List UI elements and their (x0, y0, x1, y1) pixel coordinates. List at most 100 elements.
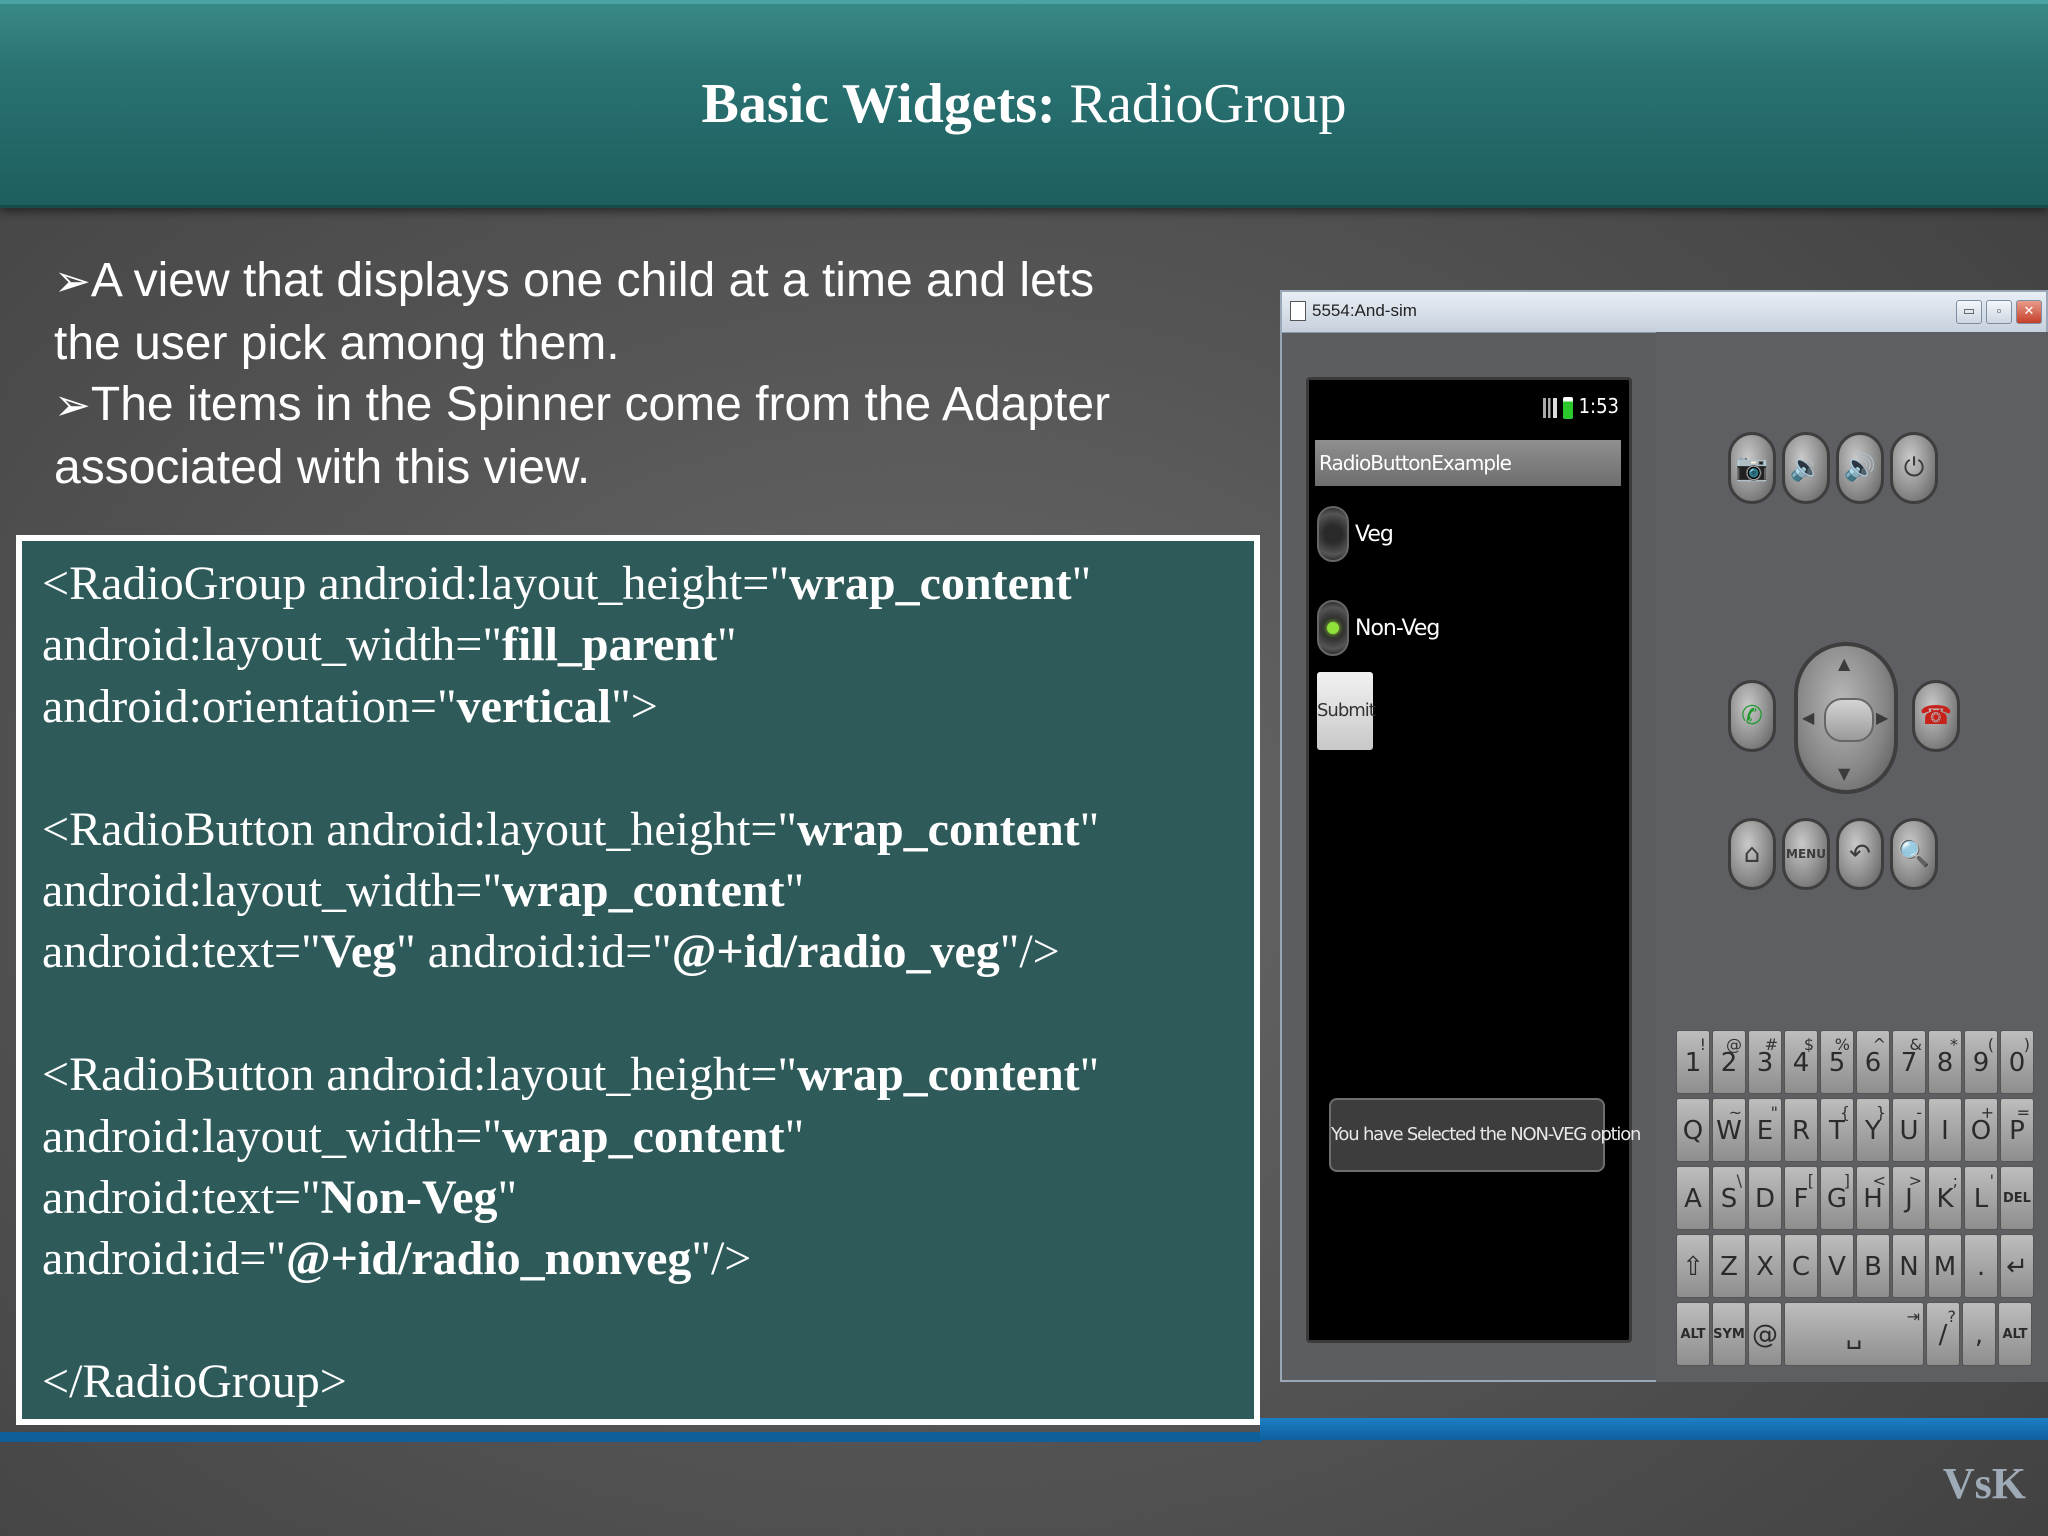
keyboard-key[interactable]: J > (1892, 1166, 1926, 1230)
keyboard-key[interactable]: @ (1748, 1302, 1782, 1366)
keyboard-key[interactable]: ALT (1998, 1302, 2032, 1366)
key-alt-label: { (1839, 1103, 1850, 1122)
keyboard-key[interactable]: A (1676, 1166, 1710, 1230)
keyboard-key[interactable]: K; (1928, 1166, 1962, 1230)
dpad-center-button[interactable] (1824, 698, 1874, 742)
key-label: I (1941, 1116, 1949, 1146)
key-label: / (1938, 1320, 1948, 1350)
volume-down-button[interactable]: 🔉 (1782, 432, 1830, 504)
code-line: android:layout_width="wrap_content" (42, 1109, 805, 1163)
volume-up-button[interactable]: 🔊 (1836, 432, 1884, 504)
home-button[interactable]: ⌂ (1728, 818, 1776, 890)
keyboard-row-2: Q W ~ E " R T{Y} U - I O + P = (1676, 1098, 2040, 1162)
key-alt-label: ; (1952, 1171, 1958, 1190)
call-button[interactable]: ✆ (1728, 680, 1776, 752)
key-alt-label: ] (1843, 1171, 1850, 1190)
keyboard-key[interactable]: 8 * (1928, 1030, 1962, 1094)
back-button[interactable]: ↶ (1836, 818, 1884, 890)
emulator-titlebar[interactable]: 5554:And-sim ▭ ▫ ✕ (1282, 292, 2046, 333)
key-alt-label: @ (1726, 1035, 1742, 1054)
key-alt-label: ~ (1728, 1103, 1742, 1122)
keyboard-key[interactable]: X (1748, 1234, 1782, 1298)
battery-icon (1562, 396, 1573, 419)
dpad-up-icon[interactable]: ▲ (1838, 654, 1850, 673)
key-alt-label: ⇥ (1906, 1307, 1920, 1326)
code-line: android:id="@+id/radio_nonveg"/> (42, 1232, 752, 1286)
key-label: SYM (1713, 1327, 1745, 1342)
bullet-2-line2: associated with this view. (54, 440, 591, 494)
keyboard-key[interactable]: Q (1676, 1098, 1710, 1162)
bullet-2-text: The items in the Spinner come from the A… (90, 378, 1111, 431)
key-alt-label: } (1875, 1103, 1886, 1122)
key-label: D (1754, 1184, 1776, 1214)
menu-button[interactable]: MENU (1782, 818, 1830, 890)
keyboard-key[interactable]: , (1962, 1302, 1996, 1366)
keyboard-key[interactable]: DEL (2000, 1166, 2034, 1230)
key-alt-label: & (1909, 1035, 1922, 1054)
dpad-left-icon[interactable]: ◀ (1802, 708, 1814, 727)
arrow-bullet-icon: ➢ (54, 380, 91, 431)
keyboard-key[interactable]: 4 $ (1784, 1030, 1818, 1094)
key-label: A (1684, 1184, 1702, 1214)
search-button[interactable]: 🔍 (1890, 818, 1938, 890)
camera-button[interactable]: 📷 (1728, 432, 1776, 504)
radio-veg[interactable]: Veg (1317, 506, 1394, 562)
keyboard-key[interactable]: ␣ ⇥ (1784, 1302, 1924, 1366)
keyboard-key[interactable]: V (1820, 1234, 1854, 1298)
key-alt-label: \ (1736, 1171, 1742, 1190)
key-alt-label: $ (1803, 1035, 1814, 1054)
keyboard-key[interactable]: L ' (1964, 1166, 1998, 1230)
keyboard-key[interactable]: F[ (1784, 1166, 1818, 1230)
keyboard-key[interactable]: ALT (1676, 1302, 1710, 1366)
keyboard-row-3: A S \ D F[G] H < J > K; L ' DEL (1676, 1166, 2040, 1230)
keyboard-key[interactable]: P = (2000, 1098, 2034, 1162)
keyboard-key[interactable]: ↵ (2000, 1234, 2034, 1298)
emulator-keyboard: 1! 2 @3 #4 $5% 6 ^ 7 & 8 * 9(0) Q W ~ E " R T{Y} U - I O + P = A… (1676, 1030, 2040, 1370)
close-button[interactable]: ✕ (2016, 300, 2042, 324)
bottom-accent-band (1260, 1418, 2048, 1440)
keyboard-key[interactable]: S \ (1712, 1166, 1746, 1230)
dpad[interactable]: ▲ ▼ ◀ ▶ (1794, 642, 1898, 794)
keyboard-key[interactable]: B (1856, 1234, 1890, 1298)
keyboard-key[interactable]: Z (1712, 1234, 1746, 1298)
keyboard-key[interactable]: SYM (1712, 1302, 1746, 1366)
key-label: L (1973, 1184, 1989, 1214)
key-label: Z (1720, 1252, 1738, 1282)
key-label: K (1936, 1184, 1954, 1214)
radio-unchecked-icon (1317, 506, 1349, 562)
status-bar: 1:53 (1542, 394, 1619, 419)
key-alt-label: ) (2023, 1035, 2030, 1054)
submit-button[interactable]: Submit (1317, 672, 1376, 750)
keyboard-key[interactable]: E " (1748, 1098, 1782, 1162)
minimize-button[interactable]: ▭ (1956, 300, 1982, 324)
emulator-window: 5554:And-sim ▭ ▫ ✕ 1:53 RadioButtonExamp… (1280, 290, 2048, 1382)
key-label: ␣ (1845, 1320, 1863, 1350)
end-call-button[interactable]: ☎ (1912, 680, 1960, 752)
keyboard-row-5: ALT SYM @ ␣ ⇥ /?, ALT (1676, 1302, 2040, 1366)
bullet-1-text: A view that displays one child at a time… (90, 254, 1095, 307)
keyboard-key[interactable]: H < (1856, 1166, 1890, 1230)
dpad-down-icon[interactable]: ▼ (1838, 764, 1850, 783)
keyboard-key[interactable]: C (1784, 1234, 1818, 1298)
key-label: ⇧ (1682, 1252, 1704, 1282)
keyboard-key[interactable]: . (1964, 1234, 1998, 1298)
key-label: X (1756, 1252, 1774, 1282)
keyboard-key[interactable]: ⇧ (1676, 1234, 1710, 1298)
keyboard-key[interactable]: M (1928, 1234, 1962, 1298)
key-alt-label: < (1872, 1171, 1886, 1190)
key-alt-label: + (1980, 1103, 1994, 1122)
emulator-controls: 📷 🔉 🔊 ⏻ ✆ ▲ ▼ ◀ ▶ ☎ ⌂ MENU ↶ 🔍 1! 2 @3 #4 $5… (1656, 332, 2048, 1382)
keyboard-key[interactable]: D (1748, 1166, 1782, 1230)
keyboard-key[interactable]: /? (1926, 1302, 1960, 1366)
code-line: android:layout_width="wrap_content" (42, 863, 805, 917)
power-button[interactable]: ⏻ (1890, 432, 1938, 504)
keyboard-row-4: ⇧ Z X C V B N M. ↵ (1676, 1234, 2040, 1298)
keyboard-key[interactable]: G] (1820, 1166, 1854, 1230)
radio-nonveg[interactable]: Non-Veg (1317, 600, 1440, 656)
dpad-right-icon[interactable]: ▶ (1876, 708, 1888, 727)
code-line: android:orientation="vertical"> (42, 679, 658, 733)
maximize-button[interactable]: ▫ (1986, 300, 2012, 324)
code-line: android:layout_width="fill_parent" (42, 618, 737, 672)
keyboard-key[interactable]: 1! (1676, 1030, 1710, 1094)
